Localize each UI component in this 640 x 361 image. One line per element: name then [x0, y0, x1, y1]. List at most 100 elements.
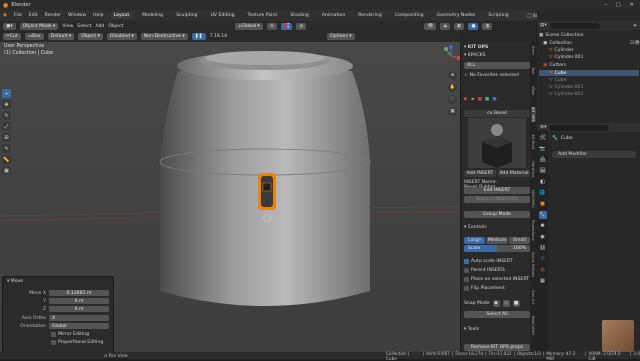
- menu-render[interactable]: Render: [45, 13, 61, 18]
- pivot-icon[interactable]: ⊙: [266, 22, 277, 30]
- size-small-button[interactable]: Small: [509, 237, 530, 244]
- tools-collapse-icon[interactable]: ▾: [464, 327, 466, 332]
- favorites-star-icon[interactable]: ☆: [464, 73, 468, 78]
- tool-cut-button[interactable]: ✂ Cut: [3, 32, 21, 40]
- move-x-field[interactable]: 0.12681 m: [49, 290, 109, 296]
- folder-icon[interactable]: ▰: [471, 97, 475, 102]
- overlay-toggle-icon[interactable]: ◐: [454, 22, 465, 30]
- sidebar-tab-tool[interactable]: Tool: [531, 67, 536, 74]
- sidebar-tab-quick-retopo[interactable]: Quick Retopo: [531, 252, 536, 277]
- close-icon[interactable]: ✕: [630, 2, 634, 8]
- grid-icon[interactable]: ▦: [448, 107, 457, 116]
- sidebar-tab-view[interactable]: View: [531, 86, 536, 95]
- auto-scale-checkbox[interactable]: [464, 259, 469, 264]
- menu-select[interactable]: Select: [77, 24, 91, 29]
- add-insert-button[interactable]: Add INSERT: [464, 170, 496, 177]
- size-medium-button[interactable]: Medium: [486, 237, 508, 244]
- menu-window[interactable]: Window: [68, 13, 86, 18]
- outliner-item[interactable]: ▽ Cylinder.001: [549, 84, 640, 90]
- material-props-icon[interactable]: ◍: [539, 266, 547, 274]
- properties-search-field[interactable]: [549, 124, 610, 131]
- tab-texture-paint[interactable]: Texture Paint: [245, 12, 281, 19]
- rotate-tool-icon[interactable]: ↻: [2, 111, 11, 120]
- tab-sculpting[interactable]: Sculpting: [173, 12, 200, 19]
- tab-compositing[interactable]: Compositing: [392, 12, 427, 19]
- flip-placement-checkbox[interactable]: [464, 286, 469, 291]
- modifier-props-icon[interactable]: 🔧: [538, 211, 547, 219]
- tab-modeling[interactable]: Modeling: [139, 12, 166, 19]
- tab-uv-editing[interactable]: UV Editing: [208, 12, 238, 19]
- collapse-icon[interactable]: ▾: [7, 279, 9, 284]
- physics-props-icon[interactable]: ◉: [539, 233, 547, 241]
- render-props-icon[interactable]: 📷: [539, 145, 547, 153]
- kitops-collapse-icon[interactable]: ▾: [464, 45, 466, 50]
- place-on-selected-checkbox[interactable]: [464, 277, 469, 282]
- snap-face-icon[interactable]: ■: [512, 300, 520, 307]
- sidebar-tab-boxcutter[interactable]: BoxCutter: [531, 316, 536, 335]
- replace-insert-button[interactable]: Replace INSERT(S): [464, 196, 530, 203]
- outliner-item[interactable]: ▽ Cylinder.001: [549, 54, 640, 60]
- parent-inserts-checkbox[interactable]: [464, 268, 469, 273]
- data-props-icon[interactable]: ▽: [539, 255, 547, 263]
- kpack-dropdown[interactable]: ALL: [464, 62, 530, 69]
- gizmo-toggle-icon[interactable]: ⟁: [440, 22, 451, 30]
- redo-panel-header[interactable]: ▾ Move: [7, 279, 23, 284]
- sidebar-tab-hardops[interactable]: HardOps: [531, 161, 536, 177]
- tab-rendering[interactable]: Rendering: [355, 12, 384, 19]
- edit-insert-button[interactable]: Edit INSERT: [464, 187, 530, 194]
- outliner-item[interactable]: ▣ Cutters: [543, 62, 640, 68]
- move-z-field[interactable]: 0 m: [49, 306, 109, 312]
- menu-help[interactable]: Help: [93, 13, 103, 18]
- outliner-item[interactable]: ▽ Cylinder.002: [549, 91, 640, 97]
- mirror-editing-checkbox[interactable]: [51, 332, 56, 337]
- constraints-props-icon[interactable]: ⛓: [539, 244, 547, 252]
- grid-pack-icon[interactable]: ■: [492, 97, 496, 102]
- outliner-item-selected[interactable]: ▽ Cube: [539, 70, 639, 76]
- camera-icon[interactable]: 🎥: [448, 95, 457, 104]
- sidebar-tab-powersave[interactable]: PowerSave: [531, 220, 536, 241]
- size-large-button[interactable]: Large: [464, 237, 485, 244]
- group-mode-button[interactable]: Group Mode: [464, 211, 530, 218]
- sidebar-tab-kitops[interactable]: KIT OPS: [531, 107, 536, 122]
- outliner-item[interactable]: ▽ Cylinder: [549, 47, 640, 53]
- material-shading-icon[interactable]: ◍: [482, 22, 493, 30]
- scale-tool-icon[interactable]: ⤢: [2, 122, 11, 131]
- snap-vertex-icon[interactable]: ◆: [492, 300, 500, 307]
- menu-edit[interactable]: Edit: [29, 13, 38, 18]
- disabled-dropdown[interactable]: Disabled ▾: [107, 32, 137, 40]
- menu-view[interactable]: View: [62, 24, 73, 29]
- add-modifier-button[interactable]: Add Modifier: [552, 151, 636, 158]
- menu-add[interactable]: Add: [95, 24, 104, 29]
- zoom-icon[interactable]: ⊕: [448, 71, 457, 80]
- proportional-icon[interactable]: ◎: [296, 22, 307, 30]
- orientation-field[interactable]: Global: [49, 323, 109, 329]
- snap-icon[interactable]: 🧲: [280, 22, 293, 30]
- tab-geometry-nodes[interactable]: Geometry Nodes: [434, 12, 479, 19]
- sidebar-tab-zen-uv[interactable]: Zen UV: [531, 290, 536, 304]
- texture-props-icon[interactable]: ▦: [539, 277, 547, 285]
- visibility-icon[interactable]: 👁: [424, 22, 437, 30]
- menu-file[interactable]: File: [14, 13, 22, 18]
- measure-tool-icon[interactable]: 📏: [2, 155, 11, 164]
- solid-shading-icon[interactable]: ●: [468, 22, 479, 30]
- controls-collapse-icon[interactable]: ▾: [464, 225, 466, 230]
- filter-icon[interactable]: ⏷: [633, 23, 640, 29]
- output-props-icon[interactable]: 🖨: [539, 156, 547, 164]
- material-icon[interactable]: ◐: [464, 97, 468, 102]
- tab-shading[interactable]: Shading: [287, 12, 312, 19]
- object-dropdown[interactable]: Object ▾: [78, 32, 103, 40]
- insert-thumbnail[interactable]: [468, 118, 526, 168]
- transform-tool-icon[interactable]: ⊞: [2, 133, 11, 142]
- add-material-button[interactable]: Add Material: [498, 170, 530, 177]
- pan-icon[interactable]: ✋: [448, 83, 457, 92]
- sidebar-tab-3d-print[interactable]: 3D-Print: [531, 134, 536, 149]
- maximize-icon[interactable]: □: [616, 2, 621, 8]
- outliner-type-icon[interactable]: ▤▾: [540, 23, 547, 28]
- blender-menu-icon[interactable]: ◉: [3, 13, 7, 18]
- tool-props-icon[interactable]: 🛠: [539, 134, 547, 142]
- kpacks-collapse-icon[interactable]: ▾: [464, 53, 466, 58]
- palette-icon[interactable]: ■: [485, 97, 489, 102]
- mode-dropdown[interactable]: Object Mode ▾: [19, 22, 59, 30]
- pause-icon[interactable]: ❚❚: [191, 32, 206, 40]
- menu-object[interactable]: Object: [108, 24, 123, 29]
